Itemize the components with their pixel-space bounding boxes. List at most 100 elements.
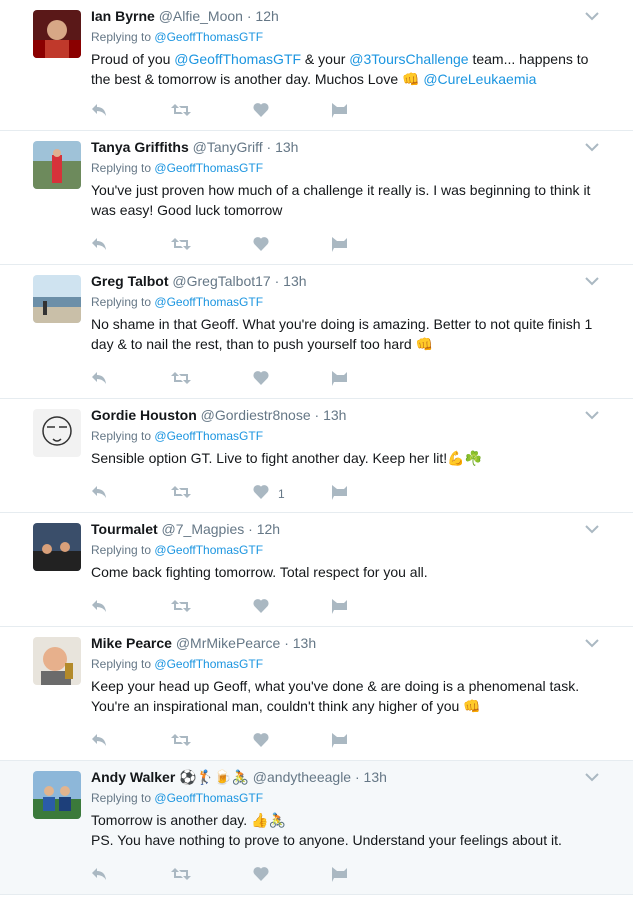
tweet-text-segment: team... happens to [468,51,589,67]
chevron-down-icon[interactable] [585,635,599,653]
chevron-down-icon[interactable] [585,521,599,539]
tweet-reply[interactable]: Tanya Griffiths @TanyGriff · 13h Replyin… [0,131,633,265]
chevron-down-icon[interactable] [585,407,599,425]
reply-button[interactable] [91,732,107,752]
like-button[interactable] [253,236,278,256]
user-name[interactable]: Ian Byrne [91,8,155,24]
replying-to-mention[interactable]: @GeoffThomasGTF [154,295,263,309]
tweet-reply[interactable]: Ian Byrne @Alfie_Moon · 12h Replying to … [0,0,633,131]
mention-link[interactable]: @GeoffThomasGTF [174,51,301,67]
user-name[interactable]: Tourmalet [91,521,158,537]
reply-button[interactable] [91,236,107,256]
like-button[interactable] [253,102,278,122]
retweet-button[interactable] [171,370,191,390]
reply-button[interactable] [91,484,107,504]
tweet-reply[interactable]: Andy Walker ⚽🏌🍺🚴 @andytheeagle · 13h Rep… [0,761,633,895]
retweet-button[interactable] [171,866,191,886]
user-handle[interactable]: @TanyGriff [193,139,263,155]
retweet-button[interactable] [171,236,191,256]
tweet-header: Mike Pearce @MrMikePearce · 13h [91,634,316,652]
timestamp[interactable]: 12h [257,521,280,537]
user-handle[interactable]: @MrMikePearce [176,635,280,651]
tweet-reply[interactable]: Greg Talbot @GregTalbot17 · 13h Replying… [0,265,633,399]
replying-to-mention[interactable]: @GeoffThomasGTF [154,161,263,175]
timestamp[interactable]: 12h [255,8,278,24]
user-handle[interactable]: @7_Magpies [162,521,245,537]
user-handle[interactable]: @andytheeagle [253,769,351,785]
replying-to-label: Replying to [91,429,152,443]
tweet-header: Gordie Houston @Gordiestr8nose · 13h [91,406,346,424]
user-name[interactable]: Greg Talbot [91,273,169,289]
reply-icon [91,237,107,256]
tweet-text-line: You've just proven how much of a challen… [91,180,611,200]
timestamp[interactable]: 13h [293,635,316,651]
replying-to-mention[interactable]: @GeoffThomasGTF [154,429,263,443]
separator-dot: · [274,273,280,289]
reply-icon [91,599,107,618]
tweet-text-segment: 👍🚴 [251,812,286,828]
replying-to-mention[interactable]: @GeoffThomasGTF [154,30,263,44]
tweet-text-line: You're an inspirational man, couldn't th… [91,696,611,716]
chevron-down-icon[interactable] [585,273,599,291]
direct-message-button[interactable] [331,236,348,256]
timestamp[interactable]: 13h [364,769,387,785]
user-handle[interactable]: @GregTalbot17 [172,273,270,289]
tweet-text-segment: was easy! Good luck tomorrow [91,202,283,218]
retweet-button[interactable] [171,598,191,618]
reply-button[interactable] [91,370,107,390]
avatar[interactable] [33,771,81,819]
tweet-header: Ian Byrne @Alfie_Moon · 12h [91,7,279,25]
chevron-down-icon[interactable] [585,139,599,157]
like-button[interactable] [253,598,278,618]
avatar[interactable] [33,409,81,457]
direct-message-button[interactable] [331,102,348,122]
direct-message-button[interactable] [331,732,348,752]
like-button[interactable] [253,866,278,886]
tweet-reply[interactable]: Gordie Houston @Gordiestr8nose · 13h Rep… [0,399,633,513]
user-name[interactable]: Tanya Griffiths [91,139,189,155]
avatar[interactable] [33,141,81,189]
mention-link[interactable]: @CureLeukaemia [423,71,536,87]
replying-to-mention[interactable]: @GeoffThomasGTF [154,543,263,557]
reply-button[interactable] [91,598,107,618]
like-button[interactable]: 1 [253,484,285,504]
mention-link[interactable]: @3ToursChallenge [349,51,468,67]
retweet-icon [171,371,191,390]
replying-to-label: Replying to [91,657,152,671]
tweet-reply[interactable]: Mike Pearce @MrMikePearce · 13h Replying… [0,627,633,761]
separator-dot: · [284,635,289,651]
tweet-text-segment: Tomorrow is another day. [91,812,252,828]
timestamp[interactable]: 13h [275,139,298,155]
retweet-button[interactable] [171,484,191,504]
replying-to-mention[interactable]: @GeoffThomasGTF [154,657,263,671]
avatar[interactable] [33,10,81,58]
reply-button[interactable] [91,866,107,886]
retweet-button[interactable] [171,732,191,752]
retweet-button[interactable] [171,102,191,122]
direct-message-button[interactable] [331,484,348,504]
user-handle[interactable]: @Gordiestr8nose [201,407,311,423]
avatar[interactable] [33,275,81,323]
heart-icon [253,370,269,390]
like-button[interactable] [253,370,278,390]
avatar[interactable] [33,637,81,685]
timestamp[interactable]: 13h [283,273,306,289]
tweet-reply[interactable]: Tourmalet @7_Magpies · 12h Replying to @… [0,513,633,627]
reply-button[interactable] [91,102,107,122]
user-name[interactable]: Andy Walker ⚽🏌🍺🚴 [91,769,249,785]
avatar[interactable] [33,523,81,571]
like-button[interactable] [253,732,278,752]
direct-message-button[interactable] [331,598,348,618]
tweet-text: Keep your head up Geoff, what you've don… [91,676,611,716]
user-name[interactable]: Gordie Houston [91,407,197,423]
replying-to-mention[interactable]: @GeoffThomasGTF [154,791,263,805]
chevron-down-icon[interactable] [585,769,599,787]
envelope-icon [331,484,348,505]
direct-message-button[interactable] [331,866,348,886]
replying-to-label: Replying to [91,543,152,557]
direct-message-button[interactable] [331,370,348,390]
chevron-down-icon[interactable] [585,8,599,26]
user-handle[interactable]: @Alfie_Moon [159,8,243,24]
user-name[interactable]: Mike Pearce [91,635,172,651]
timestamp[interactable]: 13h [323,407,346,423]
